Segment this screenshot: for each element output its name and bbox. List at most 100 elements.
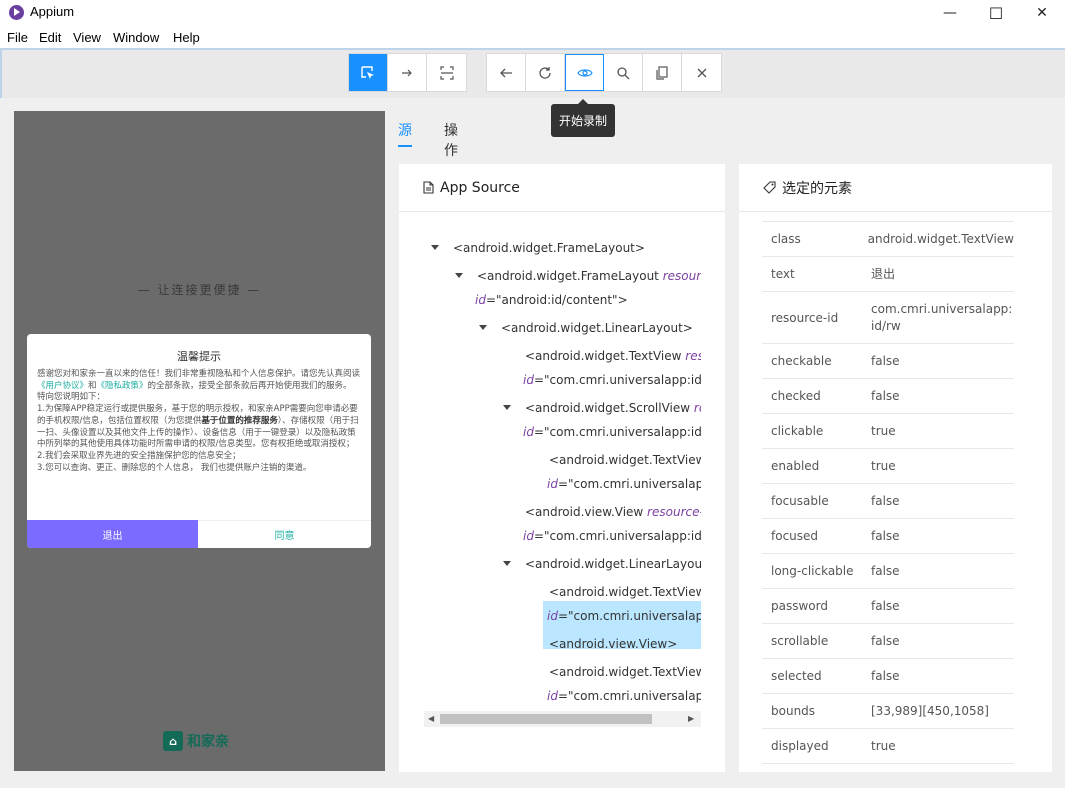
- node-value: ="com.cmri.universalapp:id/i1z": [533, 529, 701, 543]
- table-row: clickable true: [762, 414, 1014, 449]
- app-logo: ⌂ 和家亲: [163, 731, 229, 751]
- tree-node[interactable]: <android.widget.LinearLayout>: [501, 316, 693, 340]
- tab-actions[interactable]: 操作: [444, 120, 458, 160]
- scrollbar-thumb[interactable]: [440, 714, 652, 724]
- device-screenshot[interactable]: — 让连接更便捷 — 温馨提示 感谢您对和家亲一直以来的信任！我们非常重视隐私和…: [14, 111, 385, 771]
- start-recording-button[interactable]: [565, 54, 604, 91]
- scan-frame-icon: [439, 65, 454, 80]
- expand-caret-icon[interactable]: [503, 561, 511, 566]
- dialog-text-intro-end: 的全部条款，接受全部条款后再开始使用我们的服务。: [147, 380, 352, 391]
- table-row: focusable false: [762, 484, 1014, 519]
- node-tag: <android.widget.TextView: [549, 585, 701, 599]
- refresh-icon: [539, 66, 551, 79]
- prop-value: true: [871, 458, 896, 473]
- tree-node[interactable]: <android.widget.TextView res: [549, 660, 701, 684]
- tree-node-selected[interactable]: <android.widget.TextView res: [549, 580, 701, 604]
- menu-view[interactable]: View: [73, 30, 101, 45]
- prop-value: false: [871, 598, 900, 613]
- search-element-button[interactable]: [604, 54, 643, 91]
- menu-window[interactable]: Window: [113, 30, 159, 45]
- close-icon: [697, 68, 706, 77]
- node-value: ="com.cmri.universalapp:id/f8b': [533, 425, 701, 439]
- minimize-button[interactable]: —: [927, 0, 973, 26]
- select-cursor-icon: [361, 65, 374, 79]
- node-value: ="com.cmri.universalapp:id: [557, 609, 701, 623]
- prop-value: false: [871, 388, 900, 403]
- table-row: checked false: [762, 379, 1014, 414]
- node-value: ="com.cmri.universalapp:id: [557, 689, 701, 703]
- maximize-button[interactable]: ☐: [973, 0, 1019, 26]
- prop-key: checkable: [771, 354, 832, 368]
- exit-button[interactable]: 退出: [27, 520, 198, 548]
- tag-icon: [763, 181, 776, 194]
- tree-node[interactable]: <android.widget.LinearLayout>: [525, 552, 701, 576]
- tree-node-cont[interactable]: id="com.cmri.universalapp:id/hxw: [523, 368, 701, 392]
- tab-source[interactable]: 源: [398, 120, 412, 140]
- menu-bar: File Edit View Window Help: [0, 28, 1065, 48]
- horizontal-scrollbar[interactable]: ◀ ▶: [424, 711, 701, 727]
- tree-node-cont[interactable]: id="com.cmri.universalapp:id: [547, 604, 701, 628]
- selected-element-header: 选定的元素: [739, 164, 1052, 212]
- tree-node[interactable]: <android.widget.TextView res: [549, 448, 701, 472]
- tree-node[interactable]: <android.widget.ScrollView resou: [525, 396, 701, 420]
- dialog-buttons: 退出 同意: [27, 520, 371, 548]
- expand-caret-icon[interactable]: [455, 273, 463, 278]
- action-button-group: [486, 53, 722, 92]
- menu-file[interactable]: File: [7, 30, 28, 45]
- prop-value: true: [871, 738, 896, 753]
- expand-caret-icon[interactable]: [431, 245, 439, 250]
- app-source-title: App Source: [440, 179, 520, 196]
- agree-button[interactable]: 同意: [198, 520, 371, 548]
- close-window-button[interactable]: ✕: [1019, 0, 1065, 26]
- table-row: enabled true: [762, 449, 1014, 484]
- tree-node-cont[interactable]: id="com.cmri.universalapp:id/i1z": [523, 524, 701, 548]
- tree-node[interactable]: <android.widget.TextView resourc: [525, 344, 701, 368]
- prop-key: long-clickable: [771, 564, 854, 578]
- quit-session-button[interactable]: [682, 54, 721, 91]
- prop-key: bounds: [771, 704, 816, 718]
- node-attr: id: [475, 293, 486, 307]
- app-source-header: App Source: [399, 164, 725, 212]
- menu-help[interactable]: Help: [173, 30, 200, 45]
- back-button[interactable]: [487, 54, 526, 91]
- dialog-text-explain: 特向您说明如下：: [37, 392, 106, 403]
- node-value: ="android:id/content">: [485, 293, 628, 307]
- tree-node-cont[interactable]: id="android:id/content">: [475, 288, 628, 312]
- source-tree: <android.widget.FrameLayout> <android.wi…: [423, 234, 701, 714]
- menu-edit[interactable]: Edit: [39, 30, 61, 45]
- dialog-title: 温馨提示: [177, 350, 221, 363]
- tree-node[interactable]: <android.widget.FrameLayout>: [453, 236, 645, 260]
- tree-node-cont[interactable]: id="com.cmri.universalapp:id: [547, 684, 701, 708]
- table-row: scrollable false: [762, 624, 1014, 659]
- table-row: selected false: [762, 659, 1014, 694]
- tree-node-cont[interactable]: id="com.cmri.universalapp:id: [547, 472, 701, 496]
- tree-node[interactable]: <android.view.View resource-: [525, 500, 701, 524]
- prop-key: displayed: [771, 739, 829, 753]
- scroll-right-icon[interactable]: ▶: [688, 714, 694, 723]
- copy-icon: [656, 65, 668, 80]
- table-row: displayed true: [762, 729, 1014, 764]
- tree-node[interactable]: <android.widget.FrameLayout resource-: [477, 264, 701, 288]
- refresh-button[interactable]: [526, 54, 565, 91]
- node-attr: resourc: [685, 349, 701, 363]
- prop-key: clickable: [771, 424, 824, 438]
- user-agreement-link[interactable]: 《用户协议》: [37, 381, 88, 391]
- node-attr: id: [547, 609, 558, 623]
- tree-node-cont[interactable]: id="com.cmri.universalapp:id/f8b': [523, 420, 701, 444]
- prop-key: enabled: [771, 459, 820, 473]
- privacy-policy-link[interactable]: 《隐私政策》: [97, 381, 148, 391]
- node-attr: resource-: [662, 269, 701, 283]
- copy-xml-button[interactable]: [643, 54, 682, 91]
- expand-caret-icon[interactable]: [479, 325, 487, 330]
- scroll-left-icon[interactable]: ◀: [428, 714, 434, 723]
- tap-coordinates-button[interactable]: [427, 54, 466, 91]
- prop-key: text: [771, 267, 795, 281]
- swipe-button[interactable]: [388, 54, 427, 91]
- window-title: Appium: [30, 4, 75, 19]
- table-row: class android.widget.TextView: [762, 222, 1014, 257]
- select-element-button[interactable]: [349, 54, 388, 91]
- node-tag: <android.widget.FrameLayout>: [453, 241, 645, 255]
- expand-caret-icon[interactable]: [503, 405, 511, 410]
- tree-node[interactable]: <android.view.View>: [549, 632, 677, 656]
- node-value: ="com.cmri.universalapp:id: [557, 477, 701, 491]
